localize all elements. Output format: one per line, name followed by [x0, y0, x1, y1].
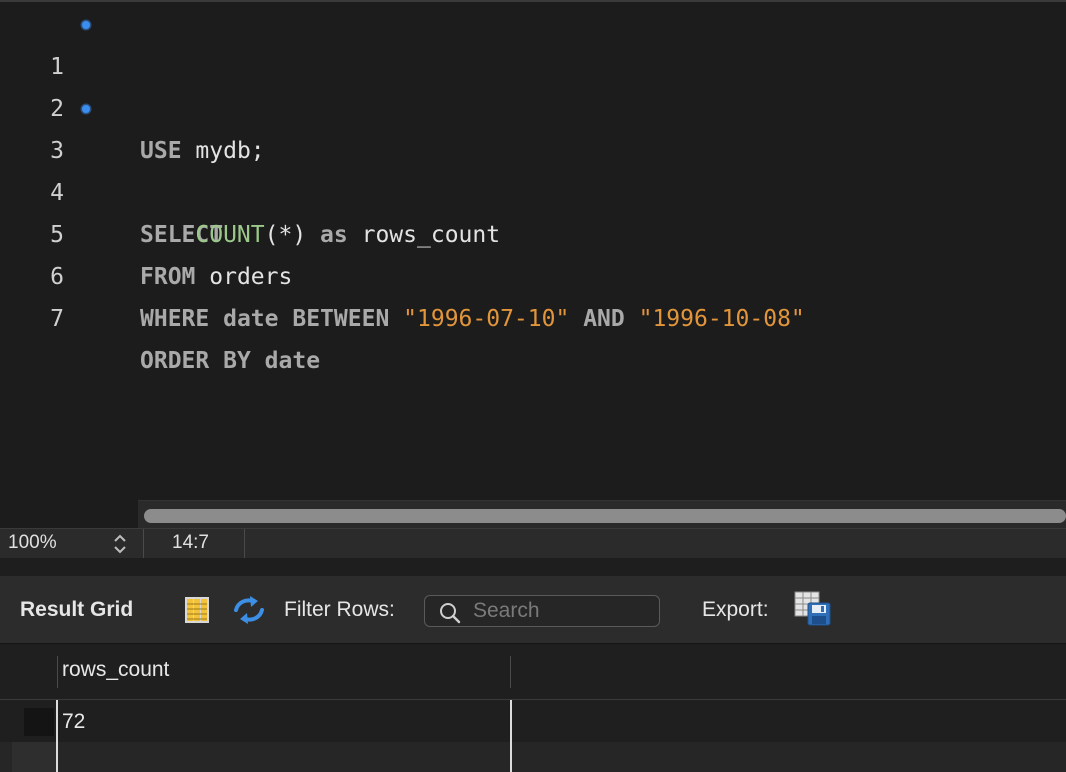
search-input[interactable]: [473, 598, 653, 624]
filter-search-box[interactable]: [424, 595, 660, 627]
grid-layout-icon[interactable]: [184, 596, 210, 629]
string-literal: "1996-10-08": [638, 306, 805, 332]
statement-marker-icon[interactable]: [80, 103, 92, 115]
cursor-position: 14:7: [172, 532, 209, 553]
result-toolbar: Result Grid Filter Rows: Export:: [0, 576, 1066, 644]
divider: [143, 529, 144, 559]
column-border: [510, 700, 512, 772]
identifier: date: [264, 348, 321, 374]
code-line-5[interactable]: 5 FROM orders: [0, 172, 1066, 290]
row-selector[interactable]: [12, 742, 58, 772]
grid-header: rows_count: [0, 644, 1066, 700]
search-icon: [439, 602, 461, 624]
zoom-stepper-icon[interactable]: [110, 531, 130, 557]
code-line-3[interactable]: 3 SELECT: [0, 88, 1066, 248]
code-line-6[interactable]: 6 WHERE date BETWEEN "1996-07-10" AND "1…: [0, 214, 1066, 332]
keyword: AND: [583, 306, 625, 332]
table-row-empty[interactable]: [0, 742, 1066, 772]
code-line-2[interactable]: 2: [0, 46, 1066, 122]
identifier: date: [223, 306, 279, 332]
code-line-7[interactable]: 7 ORDER BY date: [0, 256, 1066, 374]
panel-gap: [0, 558, 1066, 576]
statement-marker-icon[interactable]: [80, 19, 92, 31]
row-selector[interactable]: [24, 708, 54, 736]
export-label: Export:: [702, 598, 769, 621]
keyword: BETWEEN: [292, 306, 390, 332]
column-divider: [57, 656, 58, 688]
column-header-rows-count[interactable]: rows_count: [62, 658, 169, 682]
column-divider[interactable]: [510, 656, 511, 688]
zoom-level: 100%: [8, 532, 57, 553]
filter-rows-label: Filter Rows:: [284, 598, 395, 621]
scrollbar-thumb[interactable]: [144, 509, 1066, 523]
keyword: WHERE: [140, 306, 210, 332]
horizontal-scrollbar[interactable]: [138, 500, 1066, 530]
column-border: [56, 700, 58, 772]
code-line-4[interactable]: 4 COUNT(*) as rows_count: [0, 130, 1066, 248]
keyword: ORDER: [140, 348, 210, 374]
divider: [244, 529, 245, 559]
line-number: 7: [50, 306, 64, 332]
editor-status-bar: 100% 14:7: [0, 528, 1066, 559]
sql-editor[interactable]: 1 USE mydb; 2 3 SELECT 4 COUNT(*) as row…: [0, 0, 1066, 530]
result-grid-tab[interactable]: Result Grid: [20, 598, 133, 622]
result-grid[interactable]: rows_count 72: [0, 644, 1066, 772]
refresh-icon[interactable]: [232, 594, 266, 631]
export-save-icon[interactable]: [794, 591, 832, 632]
table-cell[interactable]: 72: [62, 710, 85, 734]
string-literal: "1996-07-10": [403, 306, 570, 332]
code-line-1[interactable]: 1 USE mydb;: [0, 4, 1066, 164]
keyword: BY: [223, 348, 251, 374]
table-row[interactable]: 72: [0, 700, 1066, 742]
